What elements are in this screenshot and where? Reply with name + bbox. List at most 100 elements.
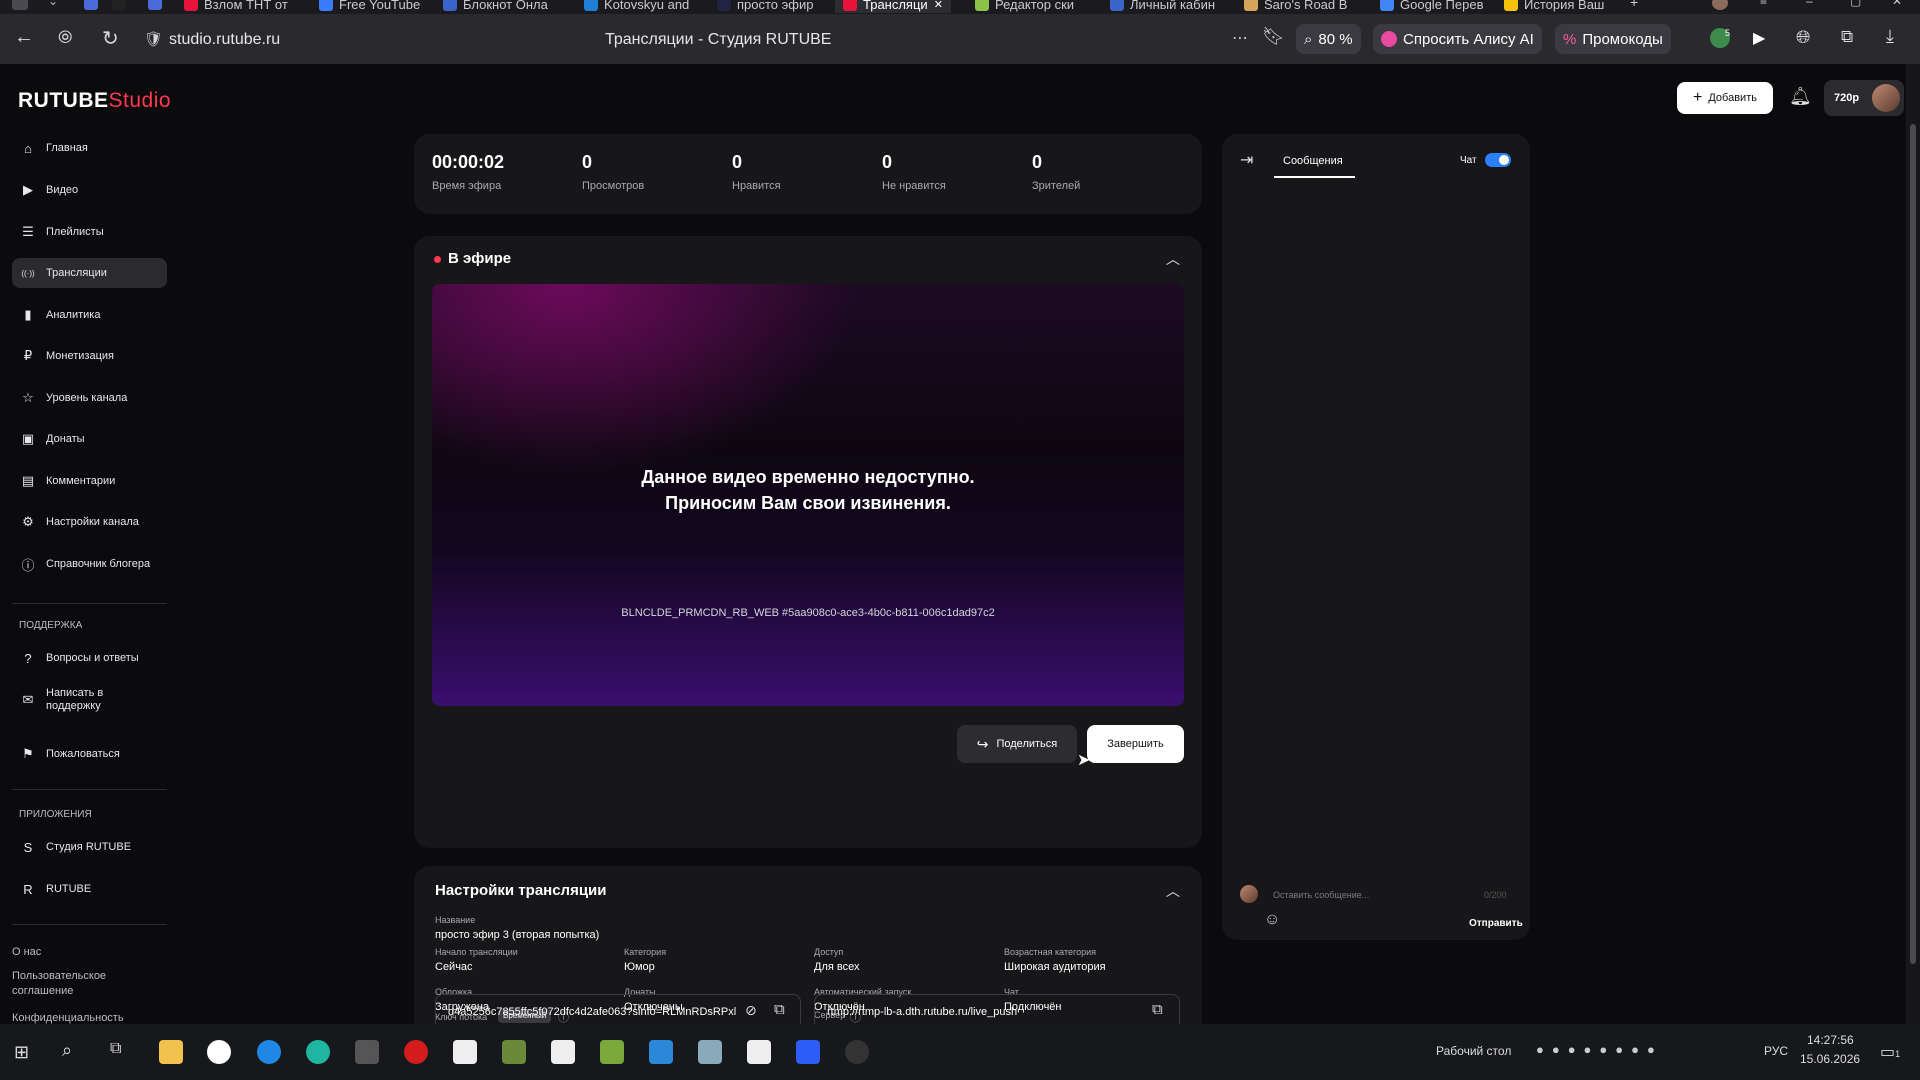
pinned-tab[interactable] [112, 0, 126, 10]
sidebar-item[interactable]: ▮ Аналитика [12, 300, 167, 330]
sidebar-item[interactable]: ⓘ Справочник блогера [12, 549, 167, 579]
browser-tab[interactable]: Блокнот Онла [443, 0, 548, 13]
url-field[interactable]: studio.rutube.ru [169, 31, 280, 49]
sidebar-item[interactable]: ☆ Уровень канала [12, 383, 167, 413]
window-menu-icon[interactable]: ≡ [1760, 0, 1767, 8]
browser-tab[interactable]: просто эфир [717, 0, 813, 13]
browser-tab[interactable]: Free YouTube [319, 0, 420, 13]
desktop-label[interactable]: Рабочий стол [1436, 1044, 1511, 1058]
chat-toggle[interactable] [1485, 153, 1511, 167]
video-player[interactable]: Данное видео временно недоступно. Принос… [432, 284, 1184, 706]
avatar[interactable] [1872, 84, 1900, 112]
search-icon[interactable]: ⌕ [62, 1040, 72, 1061]
browser-tab[interactable]: Saro's Road B [1244, 0, 1347, 13]
eye-off-icon[interactable]: ⊘ [745, 1002, 757, 1019]
browser-tab[interactable]: Трансляци ✕ [835, 0, 951, 13]
browser-menu-icon[interactable] [12, 0, 28, 10]
browser-tab[interactable]: Редактор ски [975, 0, 1074, 13]
edge-icon[interactable] [306, 1040, 330, 1064]
clock-date[interactable]: 15.06.2026 [1800, 1052, 1860, 1066]
send-button[interactable]: Отправить [1469, 918, 1523, 929]
browser-tab[interactable]: История Ваш [1504, 0, 1604, 13]
about-link[interactable]: О нас [12, 945, 41, 960]
sidebar-item[interactable]: ₽ Монетизация [12, 341, 167, 371]
sidebar-item[interactable]: ⌂ Главная [12, 133, 167, 163]
chevron-up-icon[interactable]: ︿ [1166, 881, 1180, 901]
shield-extension-icon[interactable]: 5 [1710, 28, 1730, 48]
sidebar-item[interactable]: ((·)) Трансляции [12, 258, 167, 288]
sidebar-item[interactable]: ⚙ Настройки канала [12, 507, 167, 537]
browser-tab[interactable]: Взлом ТНТ от [184, 0, 288, 13]
recorder-icon[interactable] [404, 1040, 428, 1064]
document-icon[interactable] [747, 1040, 771, 1064]
share-button[interactable]: ↪ Поделиться [957, 725, 1077, 763]
finish-button[interactable]: Завершить [1087, 725, 1184, 763]
sidebar-item[interactable]: S Студия RUTUBE [12, 832, 167, 862]
sidebar-item[interactable]: ✉ Написать в поддержку [12, 680, 167, 720]
message-input[interactable]: Оставить сообщение... [1273, 890, 1453, 900]
collapse-icon[interactable]: ⇥ [1240, 150, 1253, 170]
page-scrollbar[interactable] [1906, 64, 1920, 1024]
notifications-icon[interactable]: ▭1 [1880, 1042, 1900, 1062]
back-icon[interactable]: ← [14, 26, 34, 49]
protect-icon[interactable]: ⦾ [58, 27, 72, 48]
reload-icon[interactable]: ↻ [102, 26, 119, 51]
obs-icon[interactable] [845, 1040, 869, 1064]
file-explorer-icon[interactable] [159, 1040, 183, 1064]
agreement-link[interactable]: Пользовательское соглашение [12, 969, 132, 999]
profile-avatar[interactable] [1712, 0, 1728, 10]
pinned-tab[interactable] [84, 0, 98, 10]
alice-button[interactable]: Спросить Алису AI [1373, 24, 1542, 54]
browser-tab[interactable]: Google Перев [1380, 0, 1483, 13]
sidebar-item[interactable]: ▤ Комментарии [12, 466, 167, 496]
zoom-pill[interactable]: ⌕ 80 % [1296, 24, 1361, 54]
globe-icon[interactable]: 🌐︎ [1796, 27, 1810, 48]
sidebar-item[interactable]: ▶ Видео [12, 175, 167, 205]
collections-icon[interactable]: ⧉ [1841, 27, 1853, 47]
copy-icon[interactable]: ⧉ [774, 1001, 785, 1018]
more-icon[interactable]: ⋯ [1232, 28, 1248, 48]
windows-start-icon[interactable]: ⊞ [14, 1042, 29, 1063]
play-extension-icon[interactable]: ▶ [1753, 28, 1765, 48]
promo-button[interactable]: % Промокоды [1555, 24, 1671, 54]
add-button[interactable]: + Добавить [1677, 82, 1773, 114]
new-tab-button[interactable]: + [1630, 0, 1638, 10]
sidebar-item[interactable]: ? Вопросы и ответы [12, 643, 167, 673]
sidebar-item[interactable]: ⚑ Пожаловаться [12, 739, 167, 769]
download-icon[interactable]: ⤓ [1886, 26, 1894, 47]
yandex-browser-icon[interactable] [207, 1040, 231, 1064]
rutube-studio-logo[interactable]: RUTUBEStudio [18, 89, 171, 113]
tool-icon[interactable] [698, 1040, 722, 1064]
gallery-icon[interactable] [600, 1040, 624, 1064]
emoji-icon[interactable]: ☺ [1264, 911, 1280, 929]
notepad-icon[interactable] [453, 1040, 477, 1064]
minimize-icon[interactable]: – [1806, 0, 1813, 8]
browser-tab[interactable]: Kotovskyu and [584, 0, 689, 13]
close-window-icon[interactable]: ✕ [1892, 0, 1902, 8]
task-view-icon[interactable]: ⧉ [110, 1040, 121, 1058]
scrollbar-thumb[interactable] [1910, 124, 1916, 964]
sidebar-item[interactable]: ▣ Донаты [12, 424, 167, 454]
copy-icon[interactable]: ⧉ [1152, 1001, 1163, 1018]
tab-messages[interactable]: Сообщения [1283, 155, 1343, 167]
store-icon[interactable] [649, 1040, 673, 1064]
minecraft-icon[interactable] [502, 1040, 526, 1064]
bell-icon[interactable]: 🔔︎ [1789, 86, 1812, 107]
mouse-app-icon[interactable] [355, 1040, 379, 1064]
clock-time[interactable]: 14:27:56 [1807, 1033, 1854, 1047]
maximize-icon[interactable]: ▢ [1850, 0, 1861, 8]
browser-tab[interactable]: Личный кабин [1110, 0, 1215, 13]
pinned-tab[interactable] [148, 0, 162, 10]
bookmark-icon[interactable]: 🔖︎ [1262, 26, 1285, 47]
quality-badge[interactable]: 720p [1824, 80, 1904, 116]
language-indicator[interactable]: РУС [1764, 1044, 1788, 1058]
chevron-down-icon[interactable]: ⌄ [48, 0, 58, 8]
sidebar-item[interactable]: R RUTUBE [12, 874, 167, 904]
app-icon[interactable] [796, 1040, 820, 1064]
sidebar-item[interactable]: ☰ Плейлисты [12, 217, 167, 247]
close-tab-icon[interactable]: ✕ [934, 0, 943, 11]
ie-icon[interactable] [257, 1040, 281, 1064]
tray-icons[interactable]: ●●●●●●●● [1536, 1042, 1663, 1057]
chevron-up-icon[interactable]: ︿ [1166, 249, 1180, 269]
document-icon[interactable] [551, 1040, 575, 1064]
